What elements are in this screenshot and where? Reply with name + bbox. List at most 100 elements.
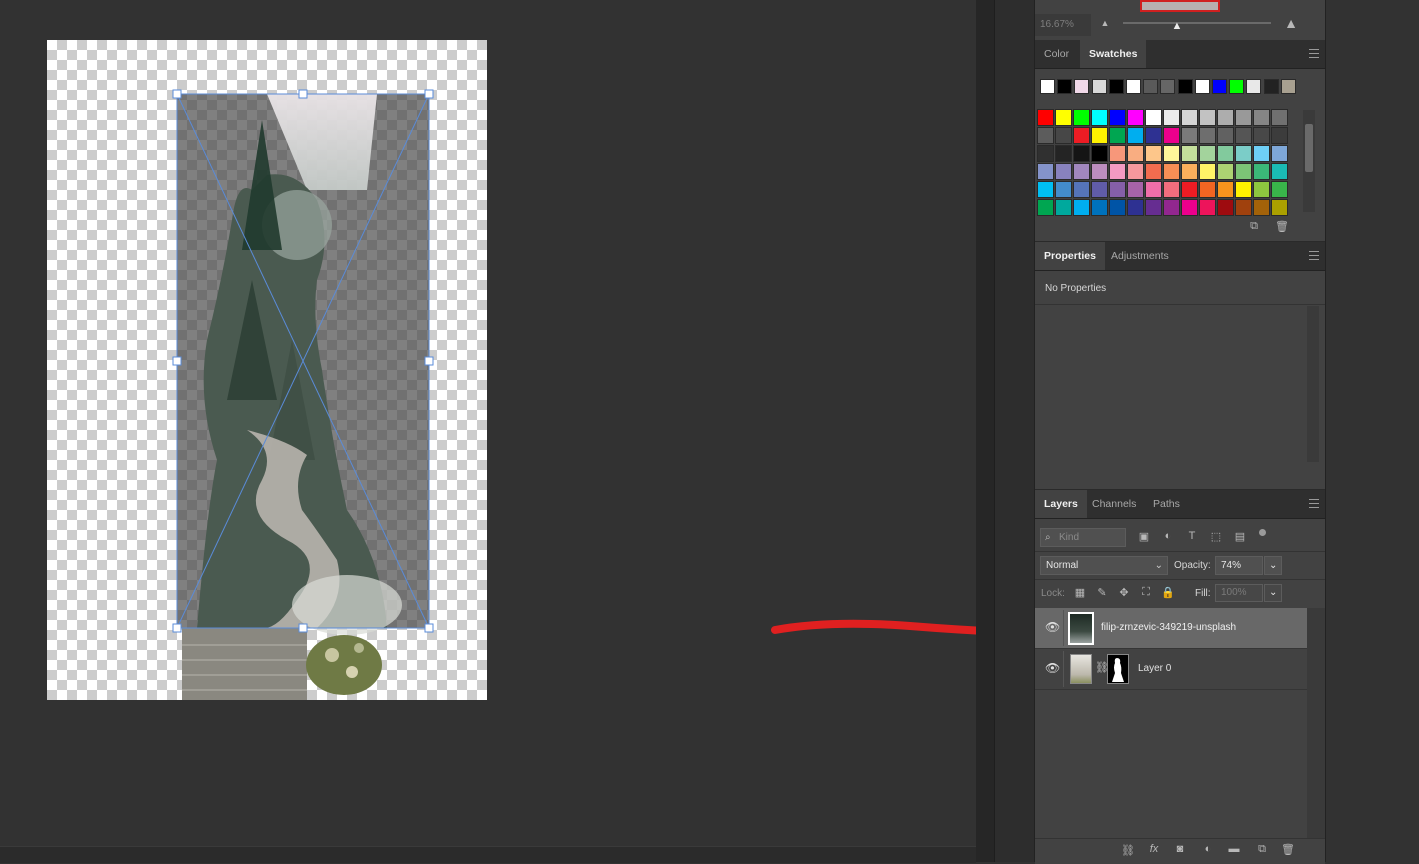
- zoom-slider-handle-icon[interactable]: ▲: [1171, 20, 1183, 32]
- swatch-cell[interactable]: [1163, 109, 1180, 126]
- swatch-cell[interactable]: [1145, 109, 1162, 126]
- layer-list-scrollbar[interactable]: [1307, 608, 1325, 838]
- lock-transparent-icon[interactable]: ▦: [1073, 586, 1087, 599]
- swatch-cell[interactable]: [1109, 163, 1126, 180]
- swatch-cell[interactable]: [1253, 127, 1270, 144]
- panel-menu-icon[interactable]: [1309, 251, 1319, 260]
- swatch-cell[interactable]: [1055, 109, 1072, 126]
- swatch-cell[interactable]: [1199, 163, 1216, 180]
- swatch-cell[interactable]: [1235, 145, 1252, 162]
- swatch-cell[interactable]: [1073, 109, 1090, 126]
- zoom-field[interactable]: 16.67%: [1035, 14, 1091, 36]
- swatch-scroll-thumb[interactable]: [1305, 124, 1313, 172]
- swatch-cell[interactable]: [1127, 127, 1144, 144]
- swatch-cell[interactable]: [1145, 199, 1162, 216]
- swatch-cell[interactable]: [1181, 127, 1198, 144]
- visibility-eye-icon[interactable]: 👁: [1045, 620, 1060, 634]
- properties-scrollbar[interactable]: [1307, 306, 1319, 462]
- recent-swatch[interactable]: [1177, 79, 1193, 94]
- panel-menu-icon[interactable]: [1309, 499, 1319, 508]
- swatch-cell[interactable]: [1073, 145, 1090, 162]
- pixel-filter-icon[interactable]: ▣: [1137, 530, 1151, 543]
- zoom-out-icon[interactable]: ▲: [1099, 18, 1111, 28]
- swatch-cell[interactable]: [1271, 109, 1288, 126]
- recent-swatch[interactable]: [1160, 79, 1176, 94]
- fx-icon[interactable]: fx: [1147, 843, 1161, 855]
- lock-image-icon[interactable]: ✎: [1095, 586, 1109, 599]
- lock-artboard-icon[interactable]: ⛶: [1139, 586, 1153, 599]
- recent-swatch[interactable]: [1126, 79, 1141, 94]
- swatch-cell[interactable]: [1109, 109, 1126, 126]
- recent-swatch[interactable]: [1194, 79, 1210, 94]
- swatch-cell[interactable]: [1271, 163, 1288, 180]
- tab-swatches[interactable]: Swatches: [1080, 40, 1147, 68]
- swatch-cell[interactable]: [1109, 181, 1126, 198]
- new-swatch-icon[interactable]: ⧉: [1247, 220, 1261, 233]
- swatch-scrollbar[interactable]: [1303, 110, 1315, 212]
- blend-mode-select[interactable]: Normal ⌄: [1040, 556, 1168, 575]
- swatch-cell[interactable]: [1037, 199, 1054, 216]
- tab-properties[interactable]: Properties: [1035, 242, 1105, 270]
- swatch-cell[interactable]: [1271, 181, 1288, 198]
- layer-row-filip[interactable]: 👁 filip-zrnzevic-349219-unsplash: [1035, 608, 1307, 649]
- swatch-cell[interactable]: [1235, 127, 1252, 144]
- swatch-cell[interactable]: [1271, 199, 1288, 216]
- swatch-cell[interactable]: [1217, 163, 1234, 180]
- layer-row-layer-0[interactable]: 👁 ⛓ Layer 0: [1035, 649, 1307, 690]
- swatch-cell[interactable]: [1037, 109, 1054, 126]
- swatch-cell[interactable]: [1055, 181, 1072, 198]
- visibility-eye-icon[interactable]: 👁: [1045, 661, 1060, 675]
- swatch-cell[interactable]: [1235, 109, 1252, 126]
- recent-swatch[interactable]: [1229, 79, 1245, 94]
- layer-thumbnail[interactable]: [1070, 654, 1092, 684]
- swatch-cell[interactable]: [1055, 127, 1072, 144]
- swatch-cell[interactable]: [1073, 199, 1090, 216]
- swatch-cell[interactable]: [1037, 145, 1054, 162]
- fill-field[interactable]: 100%: [1215, 584, 1263, 602]
- swatch-cell[interactable]: [1055, 199, 1072, 216]
- lock-position-icon[interactable]: ✥: [1117, 586, 1131, 599]
- swatch-cell[interactable]: [1037, 127, 1054, 144]
- swatch-cell[interactable]: [1055, 163, 1072, 180]
- tab-color[interactable]: Color: [1035, 40, 1078, 68]
- swatch-cell[interactable]: [1253, 109, 1270, 126]
- canvas-workspace[interactable]: [0, 0, 1055, 863]
- swatch-cell[interactable]: [1199, 181, 1216, 198]
- tab-adjustments[interactable]: Adjustments: [1102, 242, 1178, 270]
- adjustment-layer-icon[interactable]: ◐: [1201, 843, 1215, 855]
- swatch-cell[interactable]: [1127, 145, 1144, 162]
- swatch-cell[interactable]: [1073, 127, 1090, 144]
- swatch-cell[interactable]: [1145, 181, 1162, 198]
- swatch-cell[interactable]: [1145, 127, 1162, 144]
- recent-swatch[interactable]: [1143, 79, 1159, 94]
- document-canvas[interactable]: [47, 40, 487, 700]
- recent-swatch[interactable]: [1057, 79, 1073, 94]
- swatch-cell[interactable]: [1109, 127, 1126, 144]
- layer-name[interactable]: filip-zrnzevic-349219-unsplash: [1101, 622, 1236, 633]
- swatch-cell[interactable]: [1217, 181, 1234, 198]
- layer-filter-select[interactable]: ⌕ Kind: [1040, 528, 1126, 547]
- recent-swatch[interactable]: [1108, 79, 1124, 94]
- layer-name[interactable]: Layer 0: [1138, 663, 1171, 674]
- swatch-cell[interactable]: [1253, 199, 1270, 216]
- vertical-scrollbar[interactable]: [976, 0, 994, 862]
- delete-swatch-icon[interactable]: 🗑: [1275, 220, 1289, 233]
- recent-swatch[interactable]: [1246, 79, 1262, 94]
- swatch-cell[interactable]: [1253, 145, 1270, 162]
- swatch-cell[interactable]: [1073, 163, 1090, 180]
- recent-swatch[interactable]: [1074, 79, 1090, 94]
- swatch-cell[interactable]: [1127, 163, 1144, 180]
- swatch-cell[interactable]: [1199, 199, 1216, 216]
- swatch-cell[interactable]: [1163, 145, 1180, 162]
- swatch-cell[interactable]: [1091, 127, 1108, 144]
- fill-dropdown[interactable]: ⌄: [1264, 584, 1282, 602]
- swatch-cell[interactable]: [1091, 163, 1108, 180]
- recent-swatch[interactable]: [1091, 79, 1107, 94]
- recent-swatch[interactable]: [1212, 79, 1227, 94]
- swatch-cell[interactable]: [1127, 181, 1144, 198]
- link-layers-icon[interactable]: ⛓: [1121, 844, 1135, 857]
- swatch-cell[interactable]: [1055, 145, 1072, 162]
- recent-swatch[interactable]: [1263, 79, 1279, 94]
- shape-filter-icon[interactable]: ⬚: [1209, 530, 1223, 543]
- swatch-cell[interactable]: [1091, 181, 1108, 198]
